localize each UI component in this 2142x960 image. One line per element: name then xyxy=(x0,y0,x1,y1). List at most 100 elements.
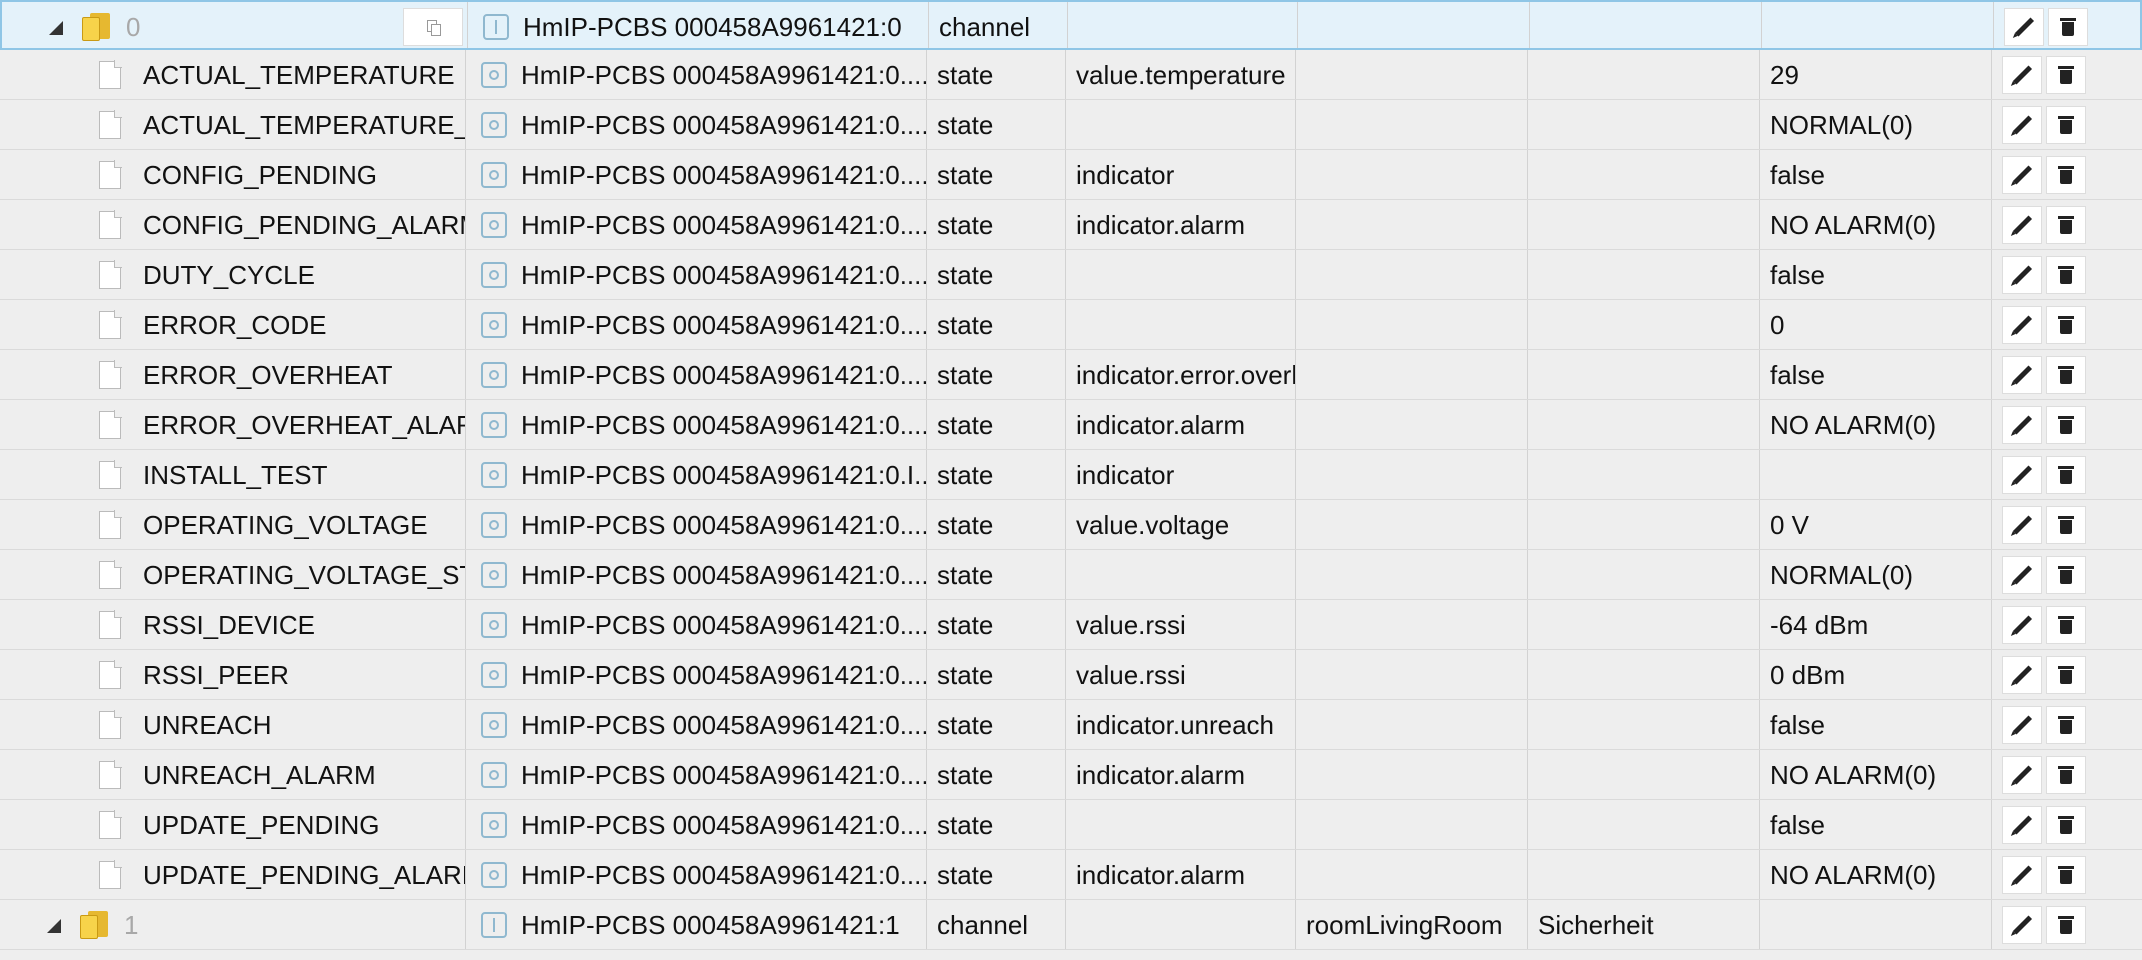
state-row[interactable]: ERROR_OVERHEAT_ALARM HmIP-PCBS 000458A996… xyxy=(0,400,2142,450)
delete-button[interactable] xyxy=(2046,806,2086,844)
value-cell[interactable]: false xyxy=(1760,150,1992,199)
value-cell[interactable]: false xyxy=(1760,250,1992,299)
state-row[interactable]: UNREACH_ALARM HmIP-PCBS 000458A9961421:0.… xyxy=(0,750,2142,800)
state-row[interactable]: UNREACH HmIP-PCBS 000458A9961421:0.... sta… xyxy=(0,700,2142,750)
value-cell[interactable] xyxy=(1760,900,1992,949)
value-cell[interactable]: 29 xyxy=(1760,50,1992,99)
value-cell[interactable]: NO ALARM(0) xyxy=(1760,850,1992,899)
edit-button[interactable] xyxy=(2002,906,2042,944)
state-row[interactable]: UPDATE_PENDING_ALARM HmIP-PCBS 000458A996… xyxy=(0,850,2142,900)
name-cell[interactable]: ERROR_OVERHEAT xyxy=(0,350,466,399)
state-row[interactable]: INSTALL_TEST HmIP-PCBS 000458A9961421:0.I… xyxy=(0,450,2142,500)
delete-button[interactable] xyxy=(2046,456,2086,494)
name-cell[interactable]: ACTUAL_TEMPERATURE xyxy=(0,50,466,99)
name-cell[interactable]: ERROR_OVERHEAT_ALARM xyxy=(0,400,466,449)
name-cell[interactable]: ACTUAL_TEMPERATURE_ST. xyxy=(0,100,466,149)
state-row[interactable]: ERROR_CODE HmIP-PCBS 000458A9961421:0....… xyxy=(0,300,2142,350)
chevron-down-icon[interactable] xyxy=(47,919,61,933)
edit-button[interactable] xyxy=(2002,706,2042,744)
state-row[interactable]: CONFIG_PENDING HmIP-PCBS 000458A9961421:0… xyxy=(0,150,2142,200)
value-cell[interactable]: 0 dBm xyxy=(1760,650,1992,699)
delete-button[interactable] xyxy=(2046,706,2086,744)
edit-button[interactable] xyxy=(2002,856,2042,894)
name-cell[interactable]: CONFIG_PENDING xyxy=(0,150,466,199)
edit-button[interactable] xyxy=(2002,606,2042,644)
value-cell[interactable]: NO ALARM(0) xyxy=(1760,400,1992,449)
edit-button[interactable] xyxy=(2002,456,2042,494)
edit-button[interactable] xyxy=(2002,556,2042,594)
name-cell[interactable]: UPDATE_PENDING_ALARM xyxy=(0,850,466,899)
delete-button[interactable] xyxy=(2046,556,2086,594)
value-cell[interactable]: NORMAL(0) xyxy=(1760,100,1992,149)
state-row[interactable]: OPERATING_VOLTAGE_STAT HmIP-PCBS 000458A9… xyxy=(0,550,2142,600)
name-cell[interactable]: CONFIG_PENDING_ALARM xyxy=(0,200,466,249)
delete-button[interactable] xyxy=(2046,156,2086,194)
edit-button[interactable] xyxy=(2002,156,2042,194)
edit-button[interactable] xyxy=(2002,656,2042,694)
edit-button[interactable] xyxy=(2002,106,2042,144)
edit-button[interactable] xyxy=(2002,306,2042,344)
copy-button[interactable] xyxy=(403,8,463,46)
channel-row[interactable]: 1 HmIP-PCBS 000458A9961421:1 channel roomLi… xyxy=(0,900,2142,950)
edit-button[interactable] xyxy=(2002,356,2042,394)
edit-button[interactable] xyxy=(2002,506,2042,544)
delete-button[interactable] xyxy=(2046,406,2086,444)
edit-button[interactable] xyxy=(2002,206,2042,244)
value-cell[interactable]: false xyxy=(1760,350,1992,399)
value-cell[interactable]: false xyxy=(1760,700,1992,749)
value-cell[interactable]: NO ALARM(0) xyxy=(1760,200,1992,249)
name-cell[interactable]: OPERATING_VOLTAGE xyxy=(0,500,466,549)
edit-button[interactable] xyxy=(2002,806,2042,844)
state-row[interactable]: RSSI_DEVICE HmIP-PCBS 000458A9961421:0...… xyxy=(0,600,2142,650)
value-cell[interactable]: -64 dBm xyxy=(1760,600,1992,649)
state-row[interactable]: ACTUAL_TEMPERATURE_ST. HmIP-PCBS 000458A9… xyxy=(0,100,2142,150)
chevron-down-icon[interactable] xyxy=(49,21,63,35)
name-cell[interactable]: UNREACH_ALARM xyxy=(0,750,466,799)
value-cell[interactable]: 0 xyxy=(1760,300,1992,349)
value-cell[interactable] xyxy=(1760,450,1992,499)
state-row[interactable]: ERROR_OVERHEAT HmIP-PCBS 000458A9961421:0… xyxy=(0,350,2142,400)
name-cell[interactable]: UPDATE_PENDING xyxy=(0,800,466,849)
name-cell[interactable]: UNREACH xyxy=(0,700,466,749)
value-cell[interactable]: NO ALARM(0) xyxy=(1760,750,1992,799)
edit-button[interactable] xyxy=(2002,756,2042,794)
value-cell[interactable]: 0 V xyxy=(1760,500,1992,549)
edit-button[interactable] xyxy=(2002,56,2042,94)
delete-button[interactable] xyxy=(2046,106,2086,144)
name-cell[interactable]: DUTY_CYCLE xyxy=(0,250,466,299)
edit-button[interactable] xyxy=(2002,406,2042,444)
value-cell[interactable]: false xyxy=(1760,800,1992,849)
delete-button[interactable] xyxy=(2046,506,2086,544)
name-cell[interactable]: ERROR_CODE xyxy=(0,300,466,349)
state-icon xyxy=(481,562,507,588)
delete-button[interactable] xyxy=(2048,8,2088,46)
channel-row[interactable]: 0 HmIP-PCBS 000458A9961421:0 channel xyxy=(0,0,2142,50)
state-row[interactable]: OPERATING_VOLTAGE HmIP-PCBS 000458A996142… xyxy=(0,500,2142,550)
state-row[interactable]: UPDATE_PENDING HmIP-PCBS 000458A9961421:0… xyxy=(0,800,2142,850)
delete-button[interactable] xyxy=(2046,256,2086,294)
delete-button[interactable] xyxy=(2046,56,2086,94)
delete-button[interactable] xyxy=(2046,756,2086,794)
description-cell: HmIP-PCBS 000458A9961421:0.... xyxy=(466,400,927,449)
name-cell[interactable]: 1 xyxy=(0,900,466,949)
delete-button[interactable] xyxy=(2046,206,2086,244)
state-row[interactable]: ACTUAL_TEMPERATURE HmIP-PCBS 000458A99614… xyxy=(0,50,2142,100)
state-row[interactable]: RSSI_PEER HmIP-PCBS 000458A9961421:0.... s… xyxy=(0,650,2142,700)
delete-button[interactable] xyxy=(2046,856,2086,894)
name-cell[interactable]: INSTALL_TEST xyxy=(0,450,466,499)
delete-button[interactable] xyxy=(2046,906,2086,944)
delete-button[interactable] xyxy=(2046,356,2086,394)
delete-button[interactable] xyxy=(2046,656,2086,694)
name-cell[interactable]: OPERATING_VOLTAGE_STAT xyxy=(0,550,466,599)
edit-button[interactable] xyxy=(2004,8,2044,46)
state-row[interactable]: CONFIG_PENDING_ALARM HmIP-PCBS 000458A996… xyxy=(0,200,2142,250)
value-cell[interactable]: NORMAL(0) xyxy=(1760,550,1992,599)
state-row[interactable]: DUTY_CYCLE HmIP-PCBS 000458A9961421:0....… xyxy=(0,250,2142,300)
name-cell[interactable]: RSSI_PEER xyxy=(0,650,466,699)
value-cell[interactable] xyxy=(1762,2,1994,48)
delete-button[interactable] xyxy=(2046,306,2086,344)
delete-button[interactable] xyxy=(2046,606,2086,644)
name-cell[interactable]: RSSI_DEVICE xyxy=(0,600,466,649)
name-cell[interactable]: 0 xyxy=(2,2,468,48)
edit-button[interactable] xyxy=(2002,256,2042,294)
